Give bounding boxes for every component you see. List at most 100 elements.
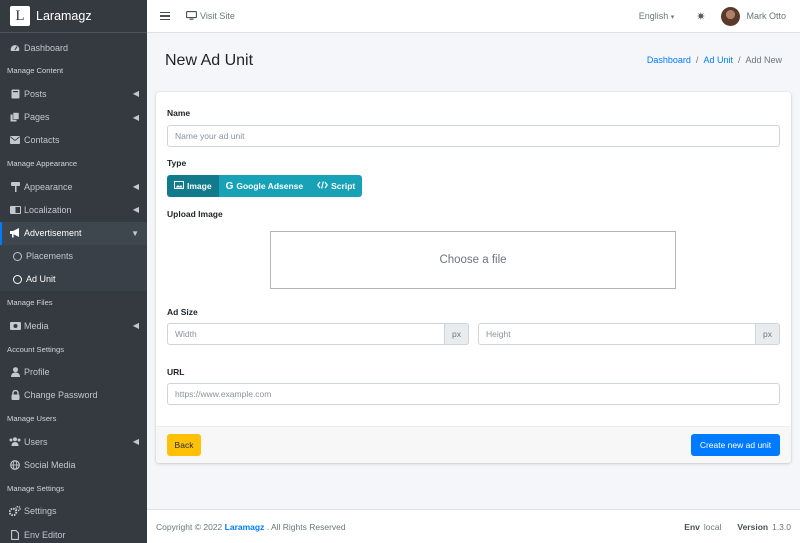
sidebar-item-dashboard[interactable]: Dashboard (0, 36, 147, 59)
name-input[interactable] (167, 125, 780, 147)
brand-name: Laramagz (36, 9, 92, 23)
bullhorn-icon (9, 228, 21, 238)
menu-toggle-icon[interactable] (160, 12, 170, 20)
nav-header-users: Manage Users (7, 414, 57, 424)
sidebar-item-advertisement[interactable]: Advertisement ▼ (0, 221, 147, 245)
paint-roller-icon (9, 181, 21, 192)
theme-settings-icon[interactable]: ✷ (696, 10, 705, 23)
sidebar-item-ad-unit[interactable]: Ad Unit (0, 267, 147, 292)
type-label: Type (167, 158, 187, 168)
sidebar-item-appearance[interactable]: Appearance ◀ (0, 175, 147, 198)
upload-image-label: Upload Image (167, 209, 223, 219)
sidebar-nav: Dashboard Manage Content Posts ◀ Pages ◀… (0, 33, 147, 543)
copyright-text: Copyright © 2022 (156, 521, 223, 532)
back-button[interactable]: Back (167, 434, 201, 456)
chevron-left-icon: ◀ (132, 182, 139, 192)
sidebar-item-social-media[interactable]: Social Media (0, 453, 147, 476)
sidebar-item-contacts[interactable]: Contacts (0, 129, 147, 152)
sidebar-item-label: Localization (24, 204, 72, 215)
user-icon (9, 367, 21, 378)
width-input[interactable] (167, 323, 445, 345)
visit-site-link[interactable]: Visit Site (186, 10, 235, 22)
type-image-label: Image (187, 181, 212, 191)
sidebar-item-pages[interactable]: Pages ◀ (0, 106, 147, 129)
sidebar-item-media[interactable]: Media ◀ (0, 314, 147, 337)
sidebar-item-label: Advertisement (24, 228, 82, 239)
chevron-down-icon: ▾ (670, 14, 675, 21)
type-image-button[interactable]: Image (167, 175, 219, 197)
ad-unit-form-card: Name Type Image G Google Adsense Script … (156, 92, 791, 463)
envelope-icon (9, 136, 21, 145)
sidebar-item-label: Contacts (24, 135, 60, 146)
footer-meta: Env local Version 1.3.0 (684, 522, 791, 532)
breadcrumb-separator: / (737, 55, 741, 65)
nav-header-files: Manage Files (7, 298, 53, 308)
type-script-label: Script (331, 181, 356, 191)
language-icon (9, 205, 21, 214)
sidebar: L Laramagz Dashboard Manage Content Post… (0, 0, 147, 543)
image-icon (174, 181, 184, 191)
breadcrumb-ad-unit[interactable]: Ad Unit (703, 55, 733, 65)
navbar-right: English ▾ ✷ Mark Otto (639, 6, 800, 26)
breadcrumb-dashboard[interactable]: Dashboard (647, 55, 691, 65)
sidebar-item-label: Profile (24, 367, 50, 378)
env-value: local (703, 521, 722, 532)
sidebar-item-label: Change Password (24, 390, 98, 401)
language-dropdown[interactable]: English ▾ (639, 11, 675, 21)
chevron-left-icon: ◀ (132, 321, 139, 331)
sidebar-item-label: Dashboard (24, 42, 69, 53)
chevron-left-icon: ◀ (132, 205, 139, 215)
height-unit: px (756, 323, 780, 345)
copy-icon (9, 112, 21, 122)
sidebar-item-env-editor[interactable]: Env Editor (0, 523, 147, 543)
breadcrumb: Dashboard / Ad Unit / Add New (647, 55, 782, 65)
nav-header-appearance: Manage Appearance (7, 159, 78, 169)
type-adsense-label: Google Adsense (236, 181, 304, 191)
url-label: URL (167, 367, 185, 377)
height-input-group: px (478, 323, 780, 345)
type-script-button[interactable]: Script (310, 175, 363, 197)
sidebar-item-profile[interactable]: Profile (0, 361, 147, 384)
chevron-down-icon: ▼ (131, 228, 139, 238)
sidebar-item-change-password[interactable]: Change Password (0, 384, 147, 407)
page-title: New Ad Unit (165, 52, 254, 69)
width-unit: px (445, 323, 469, 345)
image-dropzone[interactable]: Choose a file (270, 231, 676, 289)
version-value: 1.3.0 (772, 521, 791, 532)
avatar[interactable] (721, 6, 741, 26)
sidebar-item-label: Placements (26, 251, 74, 262)
sidebar-item-placements[interactable]: Placements (0, 244, 147, 268)
type-adsense-button[interactable]: G Google Adsense (218, 175, 311, 197)
sidebar-item-settings[interactable]: Settings (0, 500, 147, 523)
footer-brand-link[interactable]: Laramagz (225, 522, 265, 532)
desktop-icon (186, 10, 197, 22)
sidebar-item-users[interactable]: Users ◀ (0, 430, 147, 453)
visit-site-label: Visit Site (200, 11, 235, 21)
breadcrumb-current: Add New (745, 55, 782, 65)
sidebar-item-localization[interactable]: Localization ◀ (0, 198, 147, 221)
user-name[interactable]: Mark Otto (746, 11, 786, 21)
brand[interactable]: L Laramagz (0, 0, 147, 33)
sidebar-item-posts[interactable]: Posts ◀ (0, 82, 147, 105)
url-input[interactable] (167, 383, 780, 405)
book-icon (9, 89, 21, 99)
create-ad-unit-button[interactable]: Create new ad unit (691, 434, 780, 456)
sidebar-item-label: Env Editor (24, 529, 66, 540)
breadcrumb-separator: / (695, 55, 699, 65)
card-footer: Back Create new ad unit (156, 426, 791, 463)
version-label: Version (737, 521, 769, 532)
nav-header-account: Account Settings (7, 344, 64, 354)
sidebar-item-label: Settings (24, 506, 57, 517)
nav-header-settings: Manage Settings (7, 483, 64, 493)
env-label: Env (684, 521, 700, 532)
circle-icon (11, 251, 23, 261)
language-label: English (638, 11, 669, 21)
height-input[interactable] (478, 323, 756, 345)
google-icon: G (225, 180, 234, 192)
width-input-group: px (167, 323, 469, 345)
sidebar-item-label: Appearance (24, 181, 73, 192)
ad-size-label: Ad Size (167, 307, 198, 317)
globe-icon (9, 460, 21, 470)
circle-icon (11, 274, 23, 284)
main-footer: Copyright © 2022 Laramagz . All Rights R… (147, 509, 800, 543)
